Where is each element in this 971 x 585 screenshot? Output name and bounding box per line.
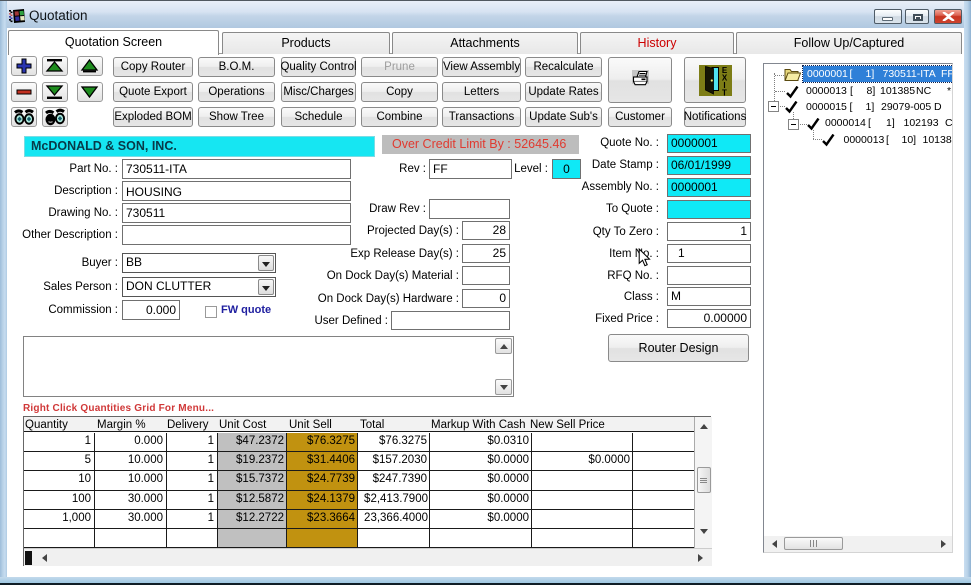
svg-text:T: T [722, 88, 727, 96]
